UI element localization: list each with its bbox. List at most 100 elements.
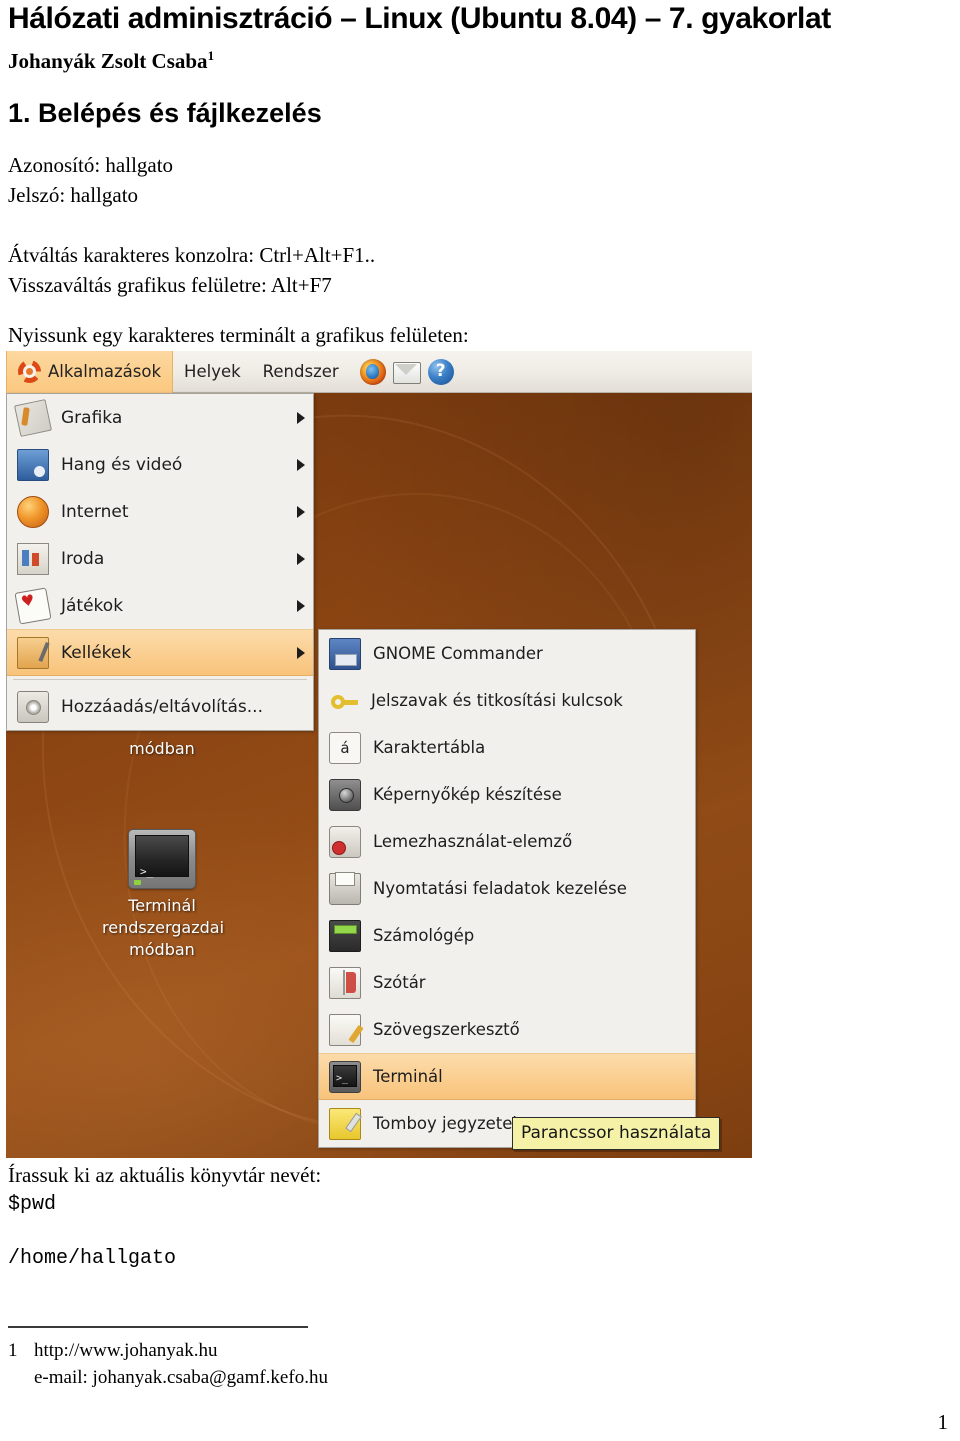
menu-item-internet[interactable]: Internet (7, 488, 313, 535)
section-heading: 1. Belépés és fájlkezelés (8, 98, 322, 128)
submenu-item-jelszavak-label: Jelszavak és titkosítási kulcsok (371, 691, 623, 710)
footnote: 1 http://www.johanyak.hu e-mail: johanyak… (8, 1337, 328, 1391)
footnote-separator (8, 1326, 308, 1328)
submenu-item-szamologep-label: Számológép (373, 926, 475, 945)
terminal-prompt-glyph: >_ (140, 865, 154, 878)
terminal-led-icon (134, 880, 141, 885)
menu-item-grafika[interactable]: Grafika (7, 394, 313, 441)
line-cmd-pwd: $pwd (8, 1193, 57, 1216)
passwords-keys-icon (329, 686, 359, 716)
internet-icon (17, 495, 49, 528)
ubuntu-desktop-screenshot: Alkalmazások Helyek Rendszer ? Grafika H… (6, 351, 752, 1158)
screenshot-icon (329, 778, 361, 811)
footnote-number: 1 (8, 1340, 18, 1361)
submenu-item-nyomtatasi-feladatok[interactable]: Nyomtatási feladatok kezelése (319, 865, 695, 912)
line-password: Jelszó: hallgato (8, 183, 139, 207)
mail-icon[interactable] (392, 362, 421, 384)
author-name: Johanyák Zsolt Csaba (8, 49, 208, 73)
chevron-right-icon (297, 599, 305, 612)
chevron-right-icon (297, 458, 305, 471)
submenu-item-terminal[interactable]: Terminál (319, 1053, 695, 1100)
menu-item-iroda[interactable]: Iroda (7, 535, 313, 582)
submenu-item-szovegszerkeszto-label: Szövegszerkesztő (373, 1020, 520, 1039)
menu-item-kellekek-label: Kellékek (61, 642, 132, 663)
desktop-icon-terminal-root[interactable]: >_ Terminál rendszergazdai módban (102, 829, 224, 961)
disk-usage-icon (329, 825, 361, 858)
terminal-icon (329, 1060, 361, 1093)
help-icon[interactable]: ? (427, 358, 454, 385)
gnome-commander-icon (329, 637, 361, 670)
accessories-submenu: GNOME Commander Jelszavak és titkosítási… (318, 629, 696, 1148)
gnome-top-panel: Alkalmazások Helyek Rendszer ? (6, 351, 752, 393)
text-editor-icon (329, 1013, 361, 1046)
footnote-url: http://www.johanyak.hu (34, 1340, 218, 1361)
sound-video-icon (17, 448, 49, 481)
submenu-item-szovegszerkeszto[interactable]: Szövegszerkesztő (319, 1006, 695, 1053)
office-icon (17, 542, 49, 575)
menu-item-jatekok[interactable]: Játékok (7, 582, 313, 629)
submenu-item-szamologep[interactable]: Számológép (319, 912, 695, 959)
submenu-item-gnome-commander-label: GNOME Commander (373, 644, 543, 663)
line-print-cwd: Írassuk ki az aktuális könyvtár nevét: (8, 1163, 322, 1187)
author-footnote-marker: 1 (207, 48, 215, 63)
submenu-item-lemezhasznalat[interactable]: Lemezhasználat-elemző (319, 818, 695, 865)
panel-menu-system-label: Rendszer (262, 362, 339, 381)
terminal-root-icon: >_ (128, 829, 196, 889)
dictionary-icon (329, 966, 361, 999)
author-line: Johanyák Zsolt Csaba1 (8, 44, 214, 73)
add-remove-icon (17, 690, 49, 723)
submenu-item-nyomtatasi-feladatok-label: Nyomtatási feladatok kezelése (373, 879, 627, 898)
menu-item-internet-label: Internet (61, 501, 129, 522)
tomboy-icon (329, 1107, 361, 1140)
line-switch-console: Átváltás karakteres konzolra: Ctrl+Alt+F… (8, 243, 376, 267)
applications-menu: Grafika Hang és videó Internet Iroda Ját (6, 393, 314, 731)
submenu-item-jelszavak[interactable]: Jelszavak és titkosítási kulcsok (319, 677, 695, 724)
panel-menu-system[interactable]: Rendszer (252, 351, 350, 393)
firefox-icon[interactable] (359, 358, 386, 385)
menu-item-grafika-label: Grafika (61, 407, 123, 428)
panel-menu-applications-label: Alkalmazások (48, 362, 162, 381)
line-cmd-output: /home/hallgato (8, 1247, 177, 1270)
panel-menu-places-label: Helyek (184, 362, 241, 381)
submenu-item-kepernyokep[interactable]: Képernyőkép készítése (319, 771, 695, 818)
chevron-right-icon (297, 646, 305, 659)
submenu-item-karaktertabla-label: Karaktertábla (373, 738, 486, 757)
menu-item-hang-es-video[interactable]: Hang és videó (7, 441, 313, 488)
submenu-item-karaktertabla[interactable]: á Karaktertábla (319, 724, 695, 771)
menu-separator (13, 679, 307, 680)
line-open-terminal: Nyissunk egy karakteres terminált a graf… (8, 323, 469, 347)
submenu-item-gnome-commander[interactable]: GNOME Commander (319, 630, 695, 677)
menu-item-iroda-label: Iroda (61, 548, 105, 569)
games-icon (14, 586, 52, 625)
menu-item-hang-es-video-label: Hang és videó (61, 454, 183, 475)
panel-menu-applications[interactable]: Alkalmazások (6, 351, 174, 393)
character-map-icon: á (329, 731, 361, 764)
page-number: 1 (937, 1410, 949, 1434)
submenu-item-szotar[interactable]: Szótár (319, 959, 695, 1006)
submenu-item-szotar-label: Szótár (373, 973, 426, 992)
chevron-right-icon (297, 505, 305, 518)
calculator-icon (329, 919, 361, 952)
print-jobs-icon (329, 871, 361, 905)
line-login-id: Azonosító: hallgato (8, 153, 174, 177)
menu-item-hozzaadas-eltavolitas[interactable]: Hozzáadás/eltávolítás... (7, 683, 313, 730)
menu-item-hozzaadas-eltavolitas-label: Hozzáadás/eltávolítás... (61, 696, 263, 717)
submenu-item-tomboy-label: Tomboy jegyzetek (373, 1114, 522, 1133)
desktop-label-modban-top: módban (129, 739, 195, 758)
submenu-item-kepernyokep-label: Képernyőkép készítése (373, 785, 562, 804)
graphics-icon (14, 398, 52, 437)
page-title: Hálózati adminisztráció – Linux (Ubuntu … (8, 2, 831, 35)
panel-launchers: ? (359, 358, 454, 385)
desktop-icon-label-line3: módban (129, 940, 195, 959)
menu-item-kellekek[interactable]: Kellékek (7, 629, 313, 676)
panel-menu-places[interactable]: Helyek (173, 351, 252, 393)
chevron-right-icon (297, 411, 305, 424)
footnote-email: e-mail: johanyak.csaba@gamf.kefo.hu (34, 1367, 328, 1388)
document-page: Hálózati adminisztráció – Linux (Ubuntu … (0, 0, 960, 1441)
chevron-right-icon (297, 552, 305, 565)
menu-item-jatekok-label: Játékok (61, 595, 124, 616)
tooltip-parancssor-hasznalata: Parancssor használata (512, 1117, 721, 1150)
accessories-icon (17, 636, 49, 669)
ubuntu-logo-icon (18, 360, 41, 383)
submenu-item-terminal-label: Terminál (373, 1067, 443, 1086)
